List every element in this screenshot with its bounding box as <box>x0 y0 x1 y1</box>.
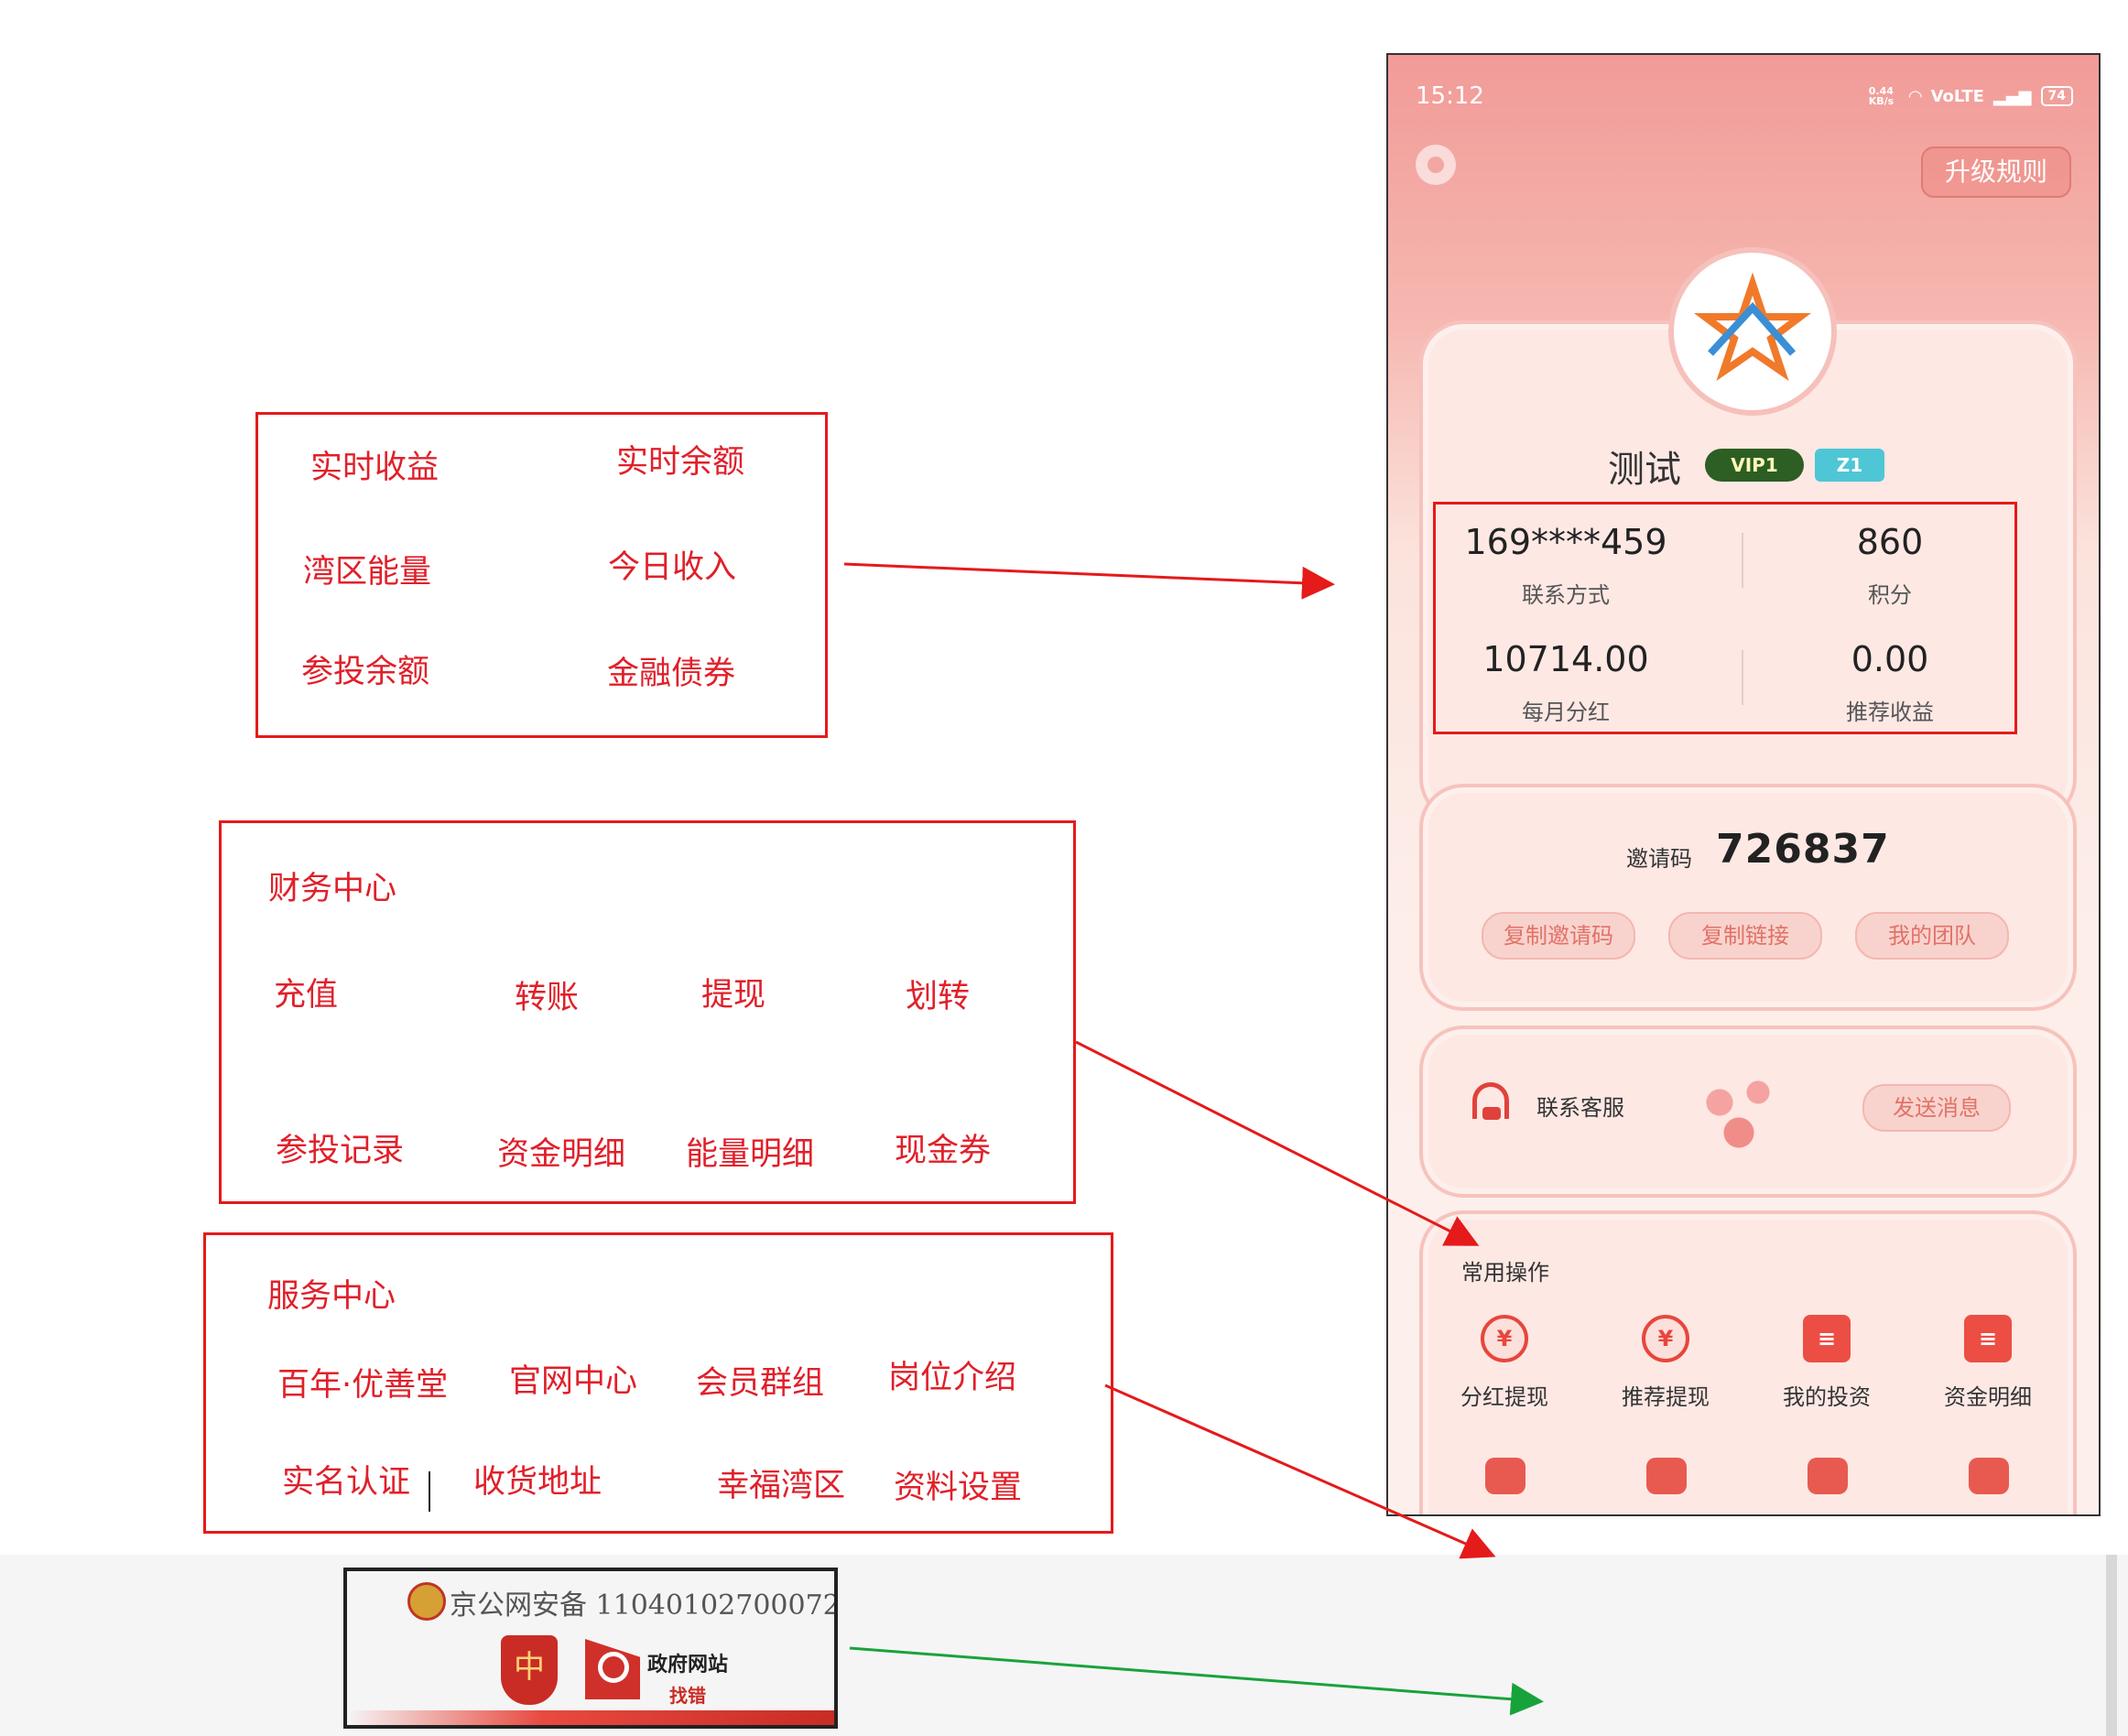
arrow-to-stats <box>843 562 1335 600</box>
footer-stripe <box>347 1710 834 1725</box>
magnifier-icon <box>598 1652 629 1683</box>
annotation-arrows <box>843 562 1544 1716</box>
gov-site-sub[interactable]: 找错 <box>669 1681 706 1708</box>
footer-icp-snippet: 京公网安备 11040102700072号 中 政府网站 找错 <box>343 1568 838 1729</box>
party-shield-icon[interactable]: 中 <box>501 1635 558 1705</box>
arrow-to-footer <box>849 1646 1544 1716</box>
arrow-to-below-ops <box>1104 1383 1496 1559</box>
arrow-to-common-ops <box>1075 1040 1480 1246</box>
gov-site-title[interactable]: 政府网站 <box>647 1648 728 1677</box>
icp-record-text[interactable]: 京公网安备 11040102700072号 <box>450 1582 834 1622</box>
police-badge-icon <box>407 1582 446 1621</box>
